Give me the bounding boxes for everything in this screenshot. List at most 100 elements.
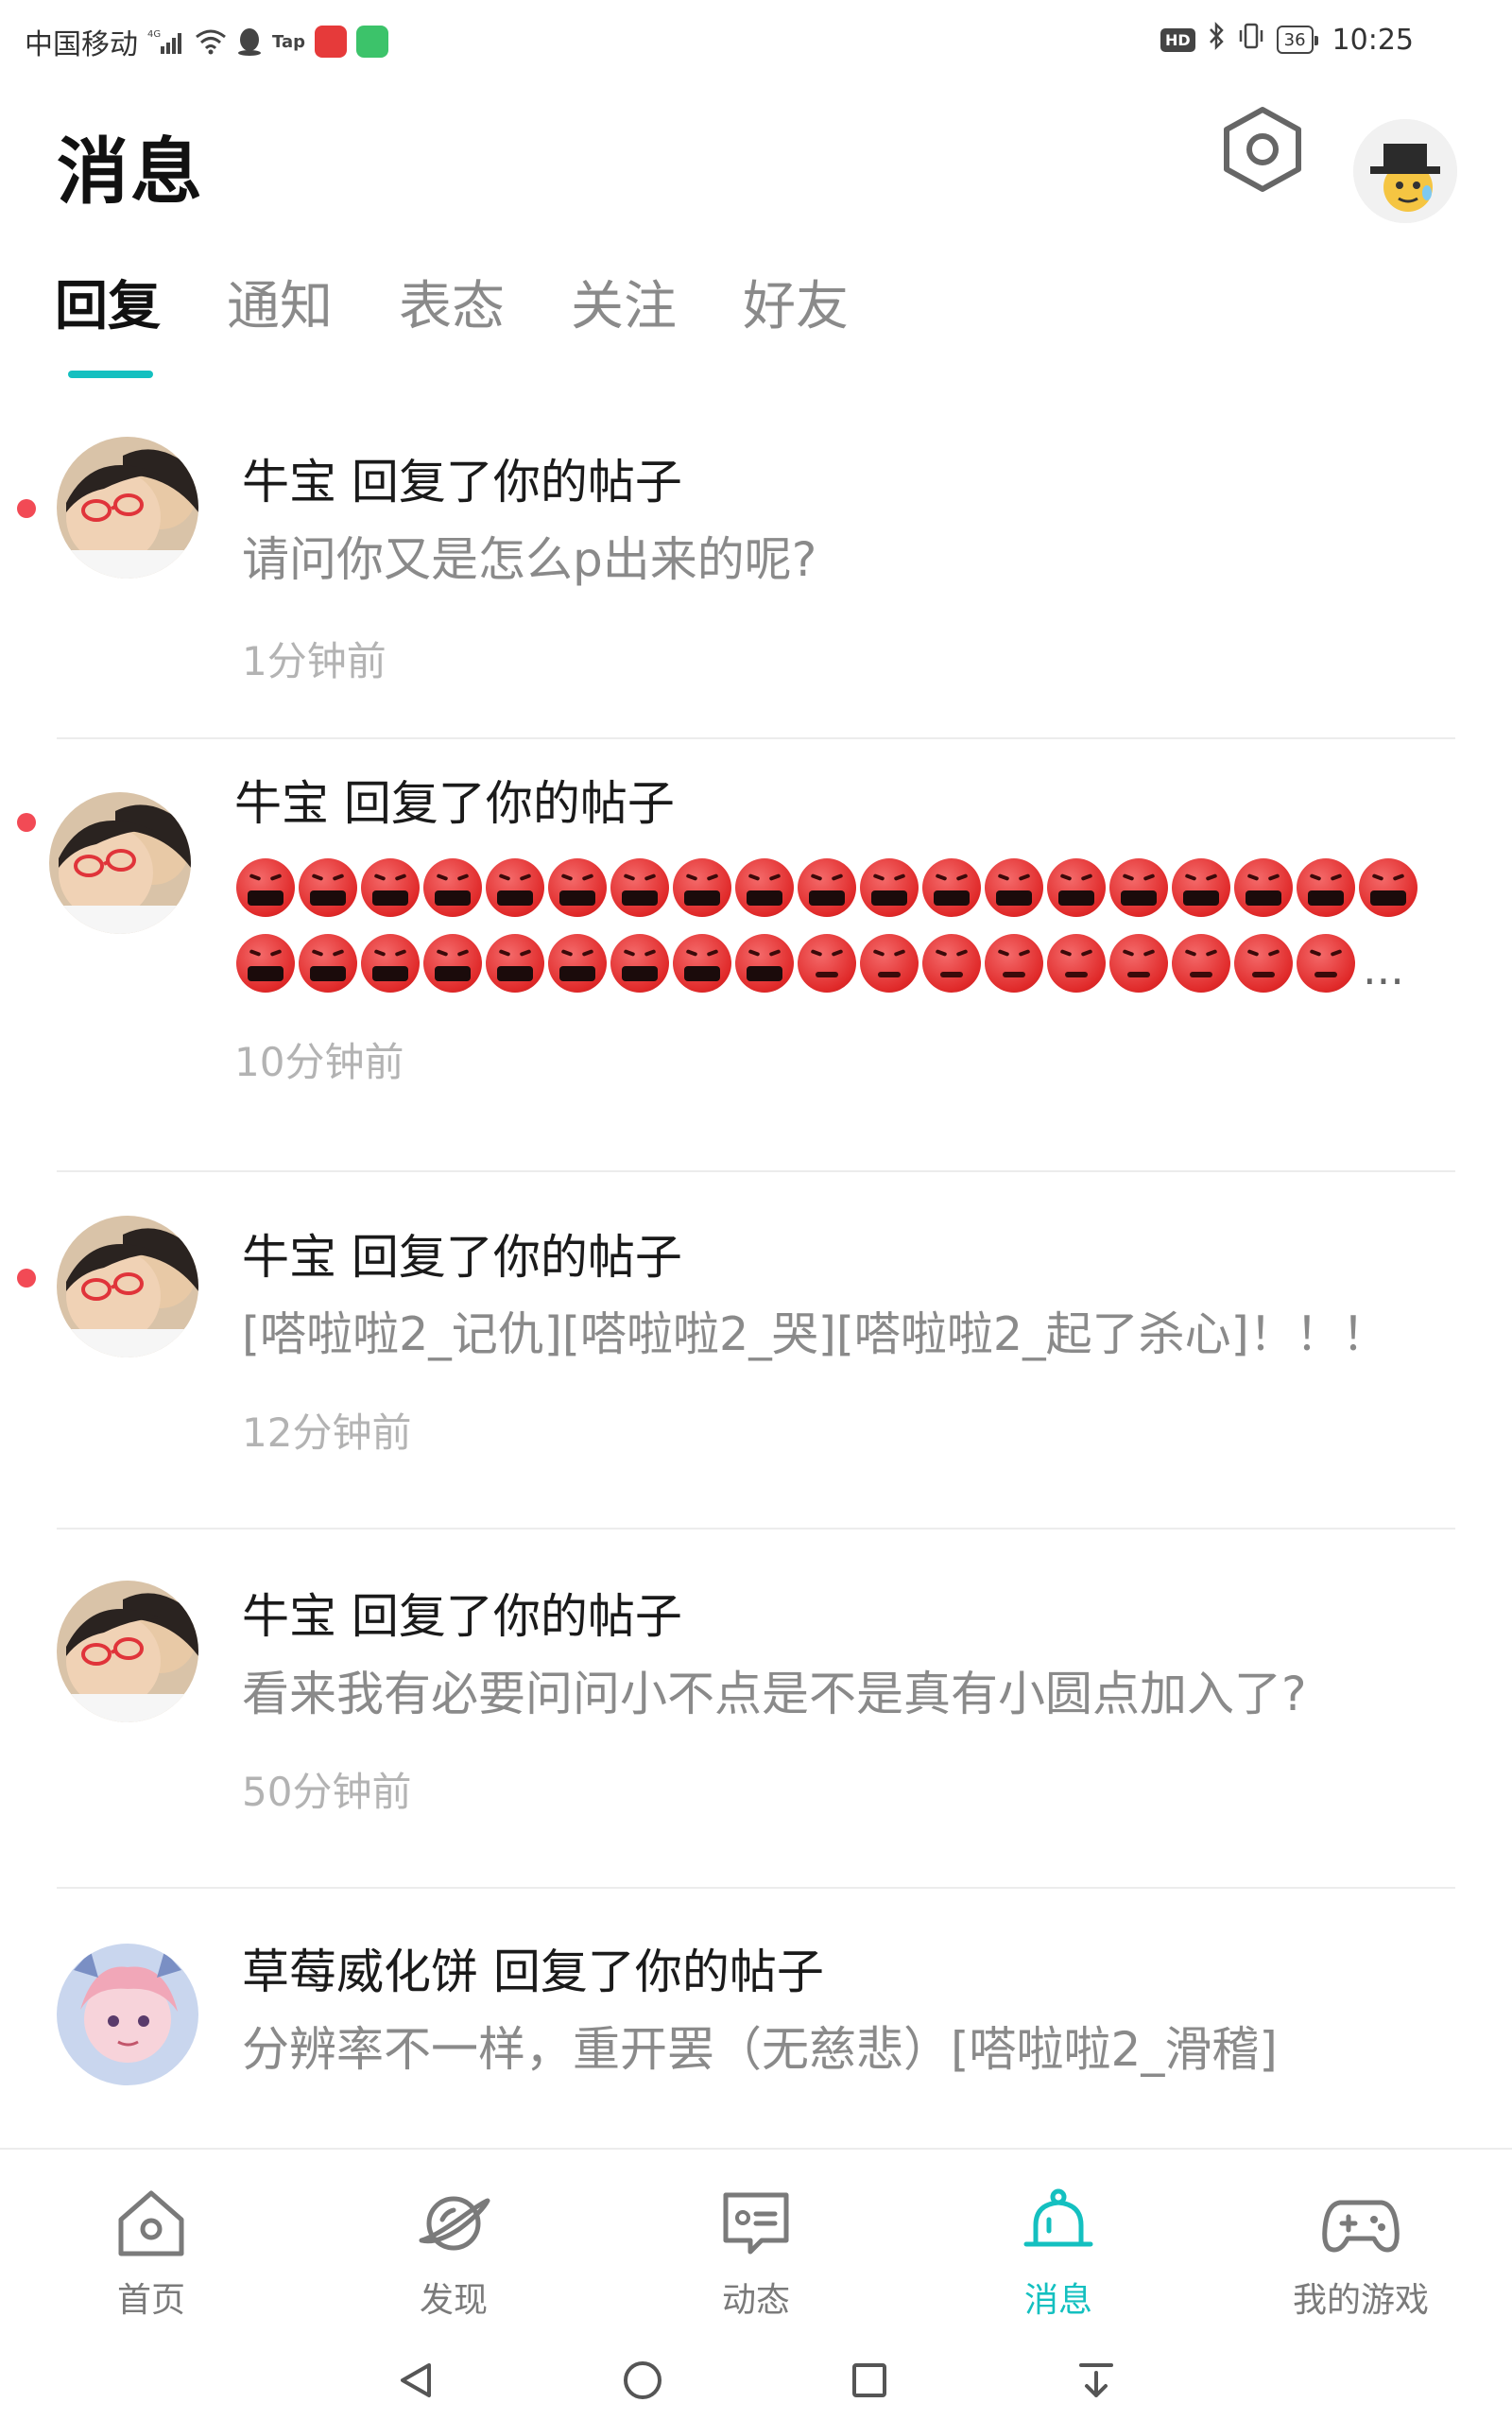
avatar — [57, 1581, 198, 1722]
nav-feed[interactable]: 动态 — [605, 2150, 907, 2341]
nav-home[interactable]: 首页 — [0, 2150, 302, 2341]
avatar — [1353, 119, 1457, 223]
emoji-row-2: ... — [236, 934, 1404, 993]
game-app-icon — [356, 26, 388, 58]
bluetooth-icon — [1207, 21, 1226, 59]
cursing-face-emoji — [299, 934, 357, 993]
message-item[interactable]: 草莓威化饼 回复了你的帖子 分辨率不一样，重开罢（无慈悲）[嗒啦啦2_滑稽] — [0, 1889, 1512, 2146]
message-content: 分辨率不一样，重开罢（无慈悲）[嗒啦啦2_滑稽] — [242, 2022, 1278, 2077]
message-item[interactable]: 牛宝 回复了你的帖子 看来我有必要问问小不点是不是真有小圆点加入了? 50分钟前 — [0, 1530, 1512, 1889]
cursing-face-emoji — [1234, 858, 1293, 917]
avatar — [49, 792, 191, 934]
angry-face-emoji — [860, 934, 919, 993]
cursing-face-emoji — [1109, 858, 1168, 917]
cursing-face-emoji — [798, 858, 856, 917]
pull-down-icon — [1079, 2363, 1113, 2397]
planet-icon — [419, 2196, 490, 2251]
tab-replies[interactable]: 回复 — [55, 269, 161, 345]
signal-icon: 4G — [147, 26, 185, 58]
cursing-face-emoji — [1047, 858, 1106, 917]
page-title: 消息 — [57, 130, 204, 214]
cursing-face-emoji — [236, 934, 295, 993]
feed-icon — [723, 2192, 789, 2255]
back-button[interactable] — [392, 2357, 439, 2404]
message-list: 牛宝 回复了你的帖子 请问你又是怎么p出来的呢? 1分钟前 牛宝 回复了你的帖子 — [0, 388, 1512, 2146]
cursing-face-emoji — [423, 934, 482, 993]
avatar — [57, 1216, 198, 1357]
cursing-face-emoji — [735, 858, 794, 917]
angry-face-emoji — [1109, 934, 1168, 993]
message-content: [嗒啦啦2_记仇][嗒啦啦2_哭][嗒啦啦2_起了杀心]！！！ — [242, 1307, 1388, 1361]
message-item[interactable]: 牛宝 回复了你的帖子 请问你又是怎么p出来的呢? 1分钟前 — [0, 388, 1512, 739]
tab-follows[interactable]: 关注 — [571, 269, 677, 345]
cursing-face-emoji — [1359, 858, 1418, 917]
cursing-face-emoji — [922, 858, 981, 917]
nav-discover-label: 发现 — [419, 2281, 488, 2320]
user-avatar-button[interactable] — [1353, 119, 1457, 223]
tab-friends[interactable]: 好友 — [743, 269, 849, 345]
wifi-icon — [195, 26, 227, 58]
nav-feed-label: 动态 — [721, 2281, 790, 2320]
settings-button[interactable] — [1217, 104, 1308, 195]
angry-face-emoji — [985, 934, 1043, 993]
message-title: 草莓威化饼 回复了你的帖子 — [242, 1945, 824, 1999]
avatar — [57, 437, 198, 579]
angry-face-emoji — [1297, 934, 1355, 993]
battery-icon: 36 — [1276, 26, 1318, 54]
cursing-face-emoji — [860, 858, 919, 917]
svg-text:4G: 4G — [147, 29, 161, 40]
cursing-face-emoji — [673, 934, 731, 993]
home-icon — [118, 2190, 184, 2256]
cursing-face-emoji — [361, 934, 420, 993]
bell-icon — [1023, 2188, 1093, 2247]
settings-hexagon-icon — [1224, 107, 1301, 192]
angry-face-emoji — [798, 934, 856, 993]
message-item[interactable]: 牛宝 回复了你的帖子 [嗒啦啦2_记仇][嗒啦啦2_哭][嗒啦啦2_起了杀心]！… — [0, 1172, 1512, 1530]
nav-messages-label: 消息 — [1023, 2281, 1092, 2320]
angry-face-emoji — [1172, 934, 1230, 993]
angry-face-emoji — [1234, 934, 1293, 993]
cursing-face-emoji — [236, 858, 295, 917]
truncation-ellipsis: ... — [1363, 943, 1404, 994]
system-navigation-bar — [0, 2341, 1512, 2420]
message-title: 牛宝 回复了你的帖子 — [234, 776, 675, 831]
message-content: 看来我有必要问问小不点是不是真有小圆点加入了? — [242, 1667, 1307, 1721]
nav-discover[interactable]: 发现 — [302, 2150, 605, 2341]
nav-home-label: 首页 — [116, 2281, 185, 2320]
active-tab-indicator — [68, 371, 153, 378]
message-title: 牛宝 回复了你的帖子 — [242, 455, 682, 510]
cursing-face-emoji — [735, 934, 794, 993]
bottom-nav: 首页 发现 动态 消息 我的游戏 — [0, 2148, 1512, 2341]
message-time: 1分钟前 — [242, 638, 387, 684]
hd-icon: HD — [1160, 27, 1195, 52]
cursing-face-emoji — [985, 858, 1043, 917]
unread-dot — [17, 1269, 36, 1288]
recents-square-icon — [852, 2363, 886, 2397]
back-triangle-icon — [401, 2363, 431, 2397]
unread-dot — [17, 499, 36, 518]
gamepad-icon — [1322, 2200, 1400, 2253]
home-circle-button[interactable] — [619, 2357, 666, 2404]
nav-messages[interactable]: 消息 — [907, 2150, 1210, 2341]
vibrate-icon — [1237, 21, 1265, 59]
cursing-face-emoji — [548, 858, 607, 917]
taptap-icon: Tap — [272, 31, 305, 52]
cursing-face-emoji — [423, 858, 482, 917]
recents-button[interactable] — [846, 2357, 893, 2404]
tab-notifications[interactable]: 通知 — [227, 269, 333, 345]
angry-face-emoji — [1047, 934, 1106, 993]
cursing-face-emoji — [361, 858, 420, 917]
cursing-face-emoji — [610, 934, 669, 993]
tab-bar: 回复 通知 表态 关注 好友 — [55, 269, 849, 345]
nav-my-games[interactable]: 我的游戏 — [1210, 2150, 1512, 2341]
cursing-face-emoji — [610, 858, 669, 917]
tab-reactions[interactable]: 表态 — [399, 269, 505, 345]
cursing-face-emoji — [486, 858, 544, 917]
notification-drawer-button[interactable] — [1073, 2357, 1120, 2404]
cursing-face-emoji — [1297, 858, 1355, 917]
clock: 10:25 — [1332, 23, 1414, 57]
nav-my-games-label: 我的游戏 — [1292, 2281, 1429, 2320]
cursing-face-emoji — [299, 858, 357, 917]
message-item[interactable]: 牛宝 回复了你的帖子 ... 10分钟前 — [0, 739, 1512, 1172]
cursing-face-emoji — [548, 934, 607, 993]
